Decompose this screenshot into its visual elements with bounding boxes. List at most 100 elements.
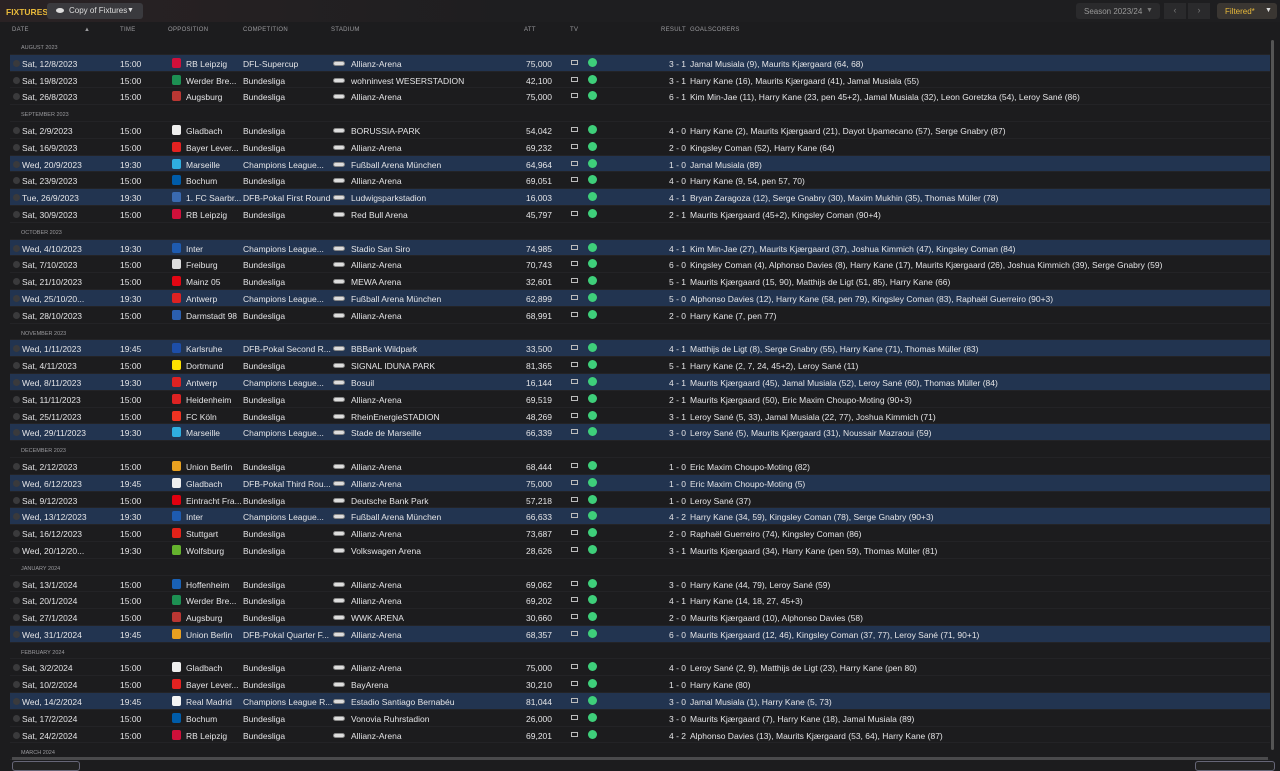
table-row[interactable]: Sat, 2/12/2023 15:00 Union Berlin Bundeslig… xyxy=(10,458,1270,475)
table-row[interactable]: Wed, 4/10/2023 19:30 Inter Champions League… xyxy=(10,239,1270,257)
select-circle-icon[interactable] xyxy=(13,462,20,470)
select-circle-icon[interactable] xyxy=(13,244,20,252)
table-row[interactable]: Sat, 27/1/2024 15:00 Augsburg Bundesliga WWK… xyxy=(10,609,1270,626)
col-goalscorers[interactable]: GOALSCORERS xyxy=(690,27,740,33)
select-circle-icon[interactable] xyxy=(13,614,20,622)
filter-button[interactable]: Filtered* ▼ xyxy=(1217,3,1277,19)
select-circle-icon[interactable] xyxy=(13,731,20,739)
select-circle-icon[interactable] xyxy=(13,597,20,605)
table-row[interactable]: Sat, 12/8/2023 15:00 RB Leipzig DFL-Supercu… xyxy=(10,54,1270,72)
bottom-left-button[interactable] xyxy=(12,761,80,771)
table-row[interactable]: Sat, 10/2/2024 15:00 Bayer Lever... Bundesl… xyxy=(10,676,1270,694)
select-circle-icon[interactable] xyxy=(13,194,20,202)
status-dot-icon xyxy=(588,612,597,622)
table-row[interactable]: Sat, 21/10/2023 15:00 Mainz 05 Bundesliga ME… xyxy=(10,273,1270,290)
club-badge-icon xyxy=(172,477,181,488)
prev-season-button[interactable]: ‹ xyxy=(1164,3,1186,19)
select-circle-icon[interactable] xyxy=(13,698,20,706)
table-row[interactable]: Sat, 13/1/2024 15:00 Hoffenheim Bundesliga A… xyxy=(10,576,1270,593)
col-competition[interactable]: COMPETITION xyxy=(243,27,288,33)
select-circle-icon[interactable] xyxy=(13,362,20,370)
select-circle-icon[interactable] xyxy=(13,681,20,689)
select-circle-icon[interactable] xyxy=(13,59,20,67)
select-circle-icon[interactable] xyxy=(13,278,20,286)
select-circle-icon[interactable] xyxy=(13,513,20,521)
table-row[interactable]: Sat, 4/11/2023 15:00 Dortmund Bundesliga SIG… xyxy=(10,357,1270,374)
select-circle-icon[interactable] xyxy=(13,630,20,638)
select-circle-icon[interactable] xyxy=(13,294,20,302)
table-row[interactable]: Sat, 7/10/2023 15:00 Freiburg Bundesliga All… xyxy=(10,256,1270,274)
table-row[interactable]: Sat, 24/2/2024 15:00 RB Leipzig Bundesliga A… xyxy=(10,727,1270,744)
club-badge-icon xyxy=(172,612,181,623)
select-circle-icon[interactable] xyxy=(13,177,20,185)
bottom-right-button[interactable] xyxy=(1195,761,1275,771)
horizontal-scrollbar[interactable] xyxy=(12,757,1268,760)
select-circle-icon[interactable] xyxy=(13,479,20,487)
col-time[interactable]: TIME xyxy=(120,27,136,33)
table-row[interactable]: Sat, 16/9/2023 15:00 Bayer Lever... Bundesl… xyxy=(10,139,1270,156)
col-tv[interactable]: TV xyxy=(570,27,578,33)
table-row[interactable]: Sat, 16/12/2023 15:00 Stuttgart Bundesliga A… xyxy=(10,525,1270,542)
table-row[interactable]: Sat, 26/8/2023 15:00 Augsburg Bundesliga All… xyxy=(10,88,1270,106)
table-row[interactable]: Sat, 3/2/2024 15:00 Gladbach Bundesliga Alli… xyxy=(10,659,1270,677)
table-row[interactable]: Sat, 28/10/2023 15:00 Darmstadt 98 Bundesli… xyxy=(10,307,1270,324)
table-row[interactable]: Wed, 31/1/2024 19:45 Union Berlin DFB-Pokal… xyxy=(10,625,1270,643)
tv-icon xyxy=(571,395,578,401)
select-circle-icon[interactable] xyxy=(13,664,20,672)
select-circle-icon[interactable] xyxy=(13,261,20,269)
club-badge-icon xyxy=(172,544,181,555)
table-row[interactable]: Wed, 14/2/2024 19:45 Real Madrid Champions … xyxy=(10,693,1270,710)
status-dot-icon xyxy=(588,393,597,403)
select-circle-icon[interactable] xyxy=(13,76,20,84)
table-row[interactable]: Sat, 2/9/2023 15:00 Gladbach Bundesliga BORU… xyxy=(10,122,1270,139)
table-row[interactable]: Wed, 29/11/2023 19:30 Marseille Champions L… xyxy=(10,424,1270,442)
table-row[interactable]: Tue, 26/9/2023 19:30 1. FC Saarbr... DFB-Po… xyxy=(10,189,1270,206)
select-circle-icon[interactable] xyxy=(13,126,20,134)
competition-cell: Champions League... xyxy=(243,293,324,304)
col-stadium[interactable]: STADIUM xyxy=(331,27,360,33)
table-row[interactable]: Sat, 17/2/2024 15:00 Bochum Bundesliga Vonov… xyxy=(10,710,1270,727)
select-circle-icon[interactable] xyxy=(13,160,20,168)
table-row[interactable]: Sat, 20/1/2024 15:00 Werder Bre... Bundesli… xyxy=(10,592,1270,610)
table-row[interactable]: Sat, 11/11/2023 15:00 Heidenheim Bundesliga… xyxy=(10,391,1270,408)
stadium-icon xyxy=(333,94,345,100)
table-row[interactable]: Wed, 25/10/20... 19:30 Antwerp Champions Le… xyxy=(10,289,1270,307)
table-row[interactable]: Sat, 9/12/2023 15:00 Eintracht Fra... Bunde… xyxy=(10,492,1270,509)
table-row[interactable]: Wed, 6/12/2023 19:45 Gladbach DFB-Pokal Thi… xyxy=(10,474,1270,492)
table-row[interactable]: Wed, 1/11/2023 19:45 Karlsruhe DFB-Pokal Se… xyxy=(10,340,1270,358)
table-row[interactable]: Wed, 20/9/2023 19:30 Marseille Champions Le… xyxy=(10,155,1270,173)
table-row[interactable]: Sat, 23/9/2023 15:00 Bochum Bundesliga Allia… xyxy=(10,172,1270,190)
col-result[interactable]: RESULT xyxy=(661,27,686,33)
table-row[interactable]: Sat, 25/11/2023 15:00 FC Köln Bundesliga Rhe… xyxy=(10,408,1270,425)
select-circle-icon[interactable] xyxy=(13,580,20,588)
select-circle-icon[interactable] xyxy=(13,93,20,101)
col-date[interactable]: DATE xyxy=(12,27,29,33)
time-cell: 15:00 xyxy=(120,663,142,674)
select-circle-icon[interactable] xyxy=(13,395,20,403)
col-opposition[interactable]: OPPOSITION xyxy=(168,27,208,33)
select-circle-icon[interactable] xyxy=(13,546,20,554)
season-selector[interactable]: Season 2023/24 ▼ xyxy=(1076,3,1160,19)
select-circle-icon[interactable] xyxy=(13,429,20,437)
view-selector[interactable]: Copy of Fixtures ▼ xyxy=(47,3,143,19)
select-circle-icon[interactable] xyxy=(13,714,20,722)
next-season-button[interactable]: › xyxy=(1188,3,1210,19)
select-circle-icon[interactable] xyxy=(13,210,20,218)
col-att[interactable]: ATT xyxy=(524,27,536,33)
select-circle-icon[interactable] xyxy=(13,412,20,420)
table-row[interactable]: Wed, 20/12/20... 19:30 Wolfsburg Bundesliga… xyxy=(10,542,1270,559)
select-circle-icon[interactable] xyxy=(13,496,20,504)
table-row[interactable]: Wed, 8/11/2023 19:30 Antwerp Champions Leag… xyxy=(10,373,1270,391)
select-circle-icon[interactable] xyxy=(13,345,20,353)
select-circle-icon[interactable] xyxy=(13,530,20,538)
table-row[interactable]: Sat, 19/8/2023 15:00 Werder Bre... Bundesli… xyxy=(10,72,1270,89)
chevron-down-icon: ▼ xyxy=(1265,7,1272,14)
goalscorers-cell: Alphonso Davies (13), Maurits Kjærgaard … xyxy=(690,730,943,741)
date-cell: Sat, 25/11/2023 xyxy=(22,411,82,422)
select-circle-icon[interactable] xyxy=(13,311,20,319)
select-circle-icon[interactable] xyxy=(13,143,20,151)
vertical-scrollbar[interactable] xyxy=(1271,40,1274,750)
select-circle-icon[interactable] xyxy=(13,378,20,386)
table-row[interactable]: Wed, 13/12/2023 19:30 Inter Champions Leagu… xyxy=(10,508,1270,526)
table-row[interactable]: Sat, 30/9/2023 15:00 RB Leipzig Bundesliga R… xyxy=(10,206,1270,223)
